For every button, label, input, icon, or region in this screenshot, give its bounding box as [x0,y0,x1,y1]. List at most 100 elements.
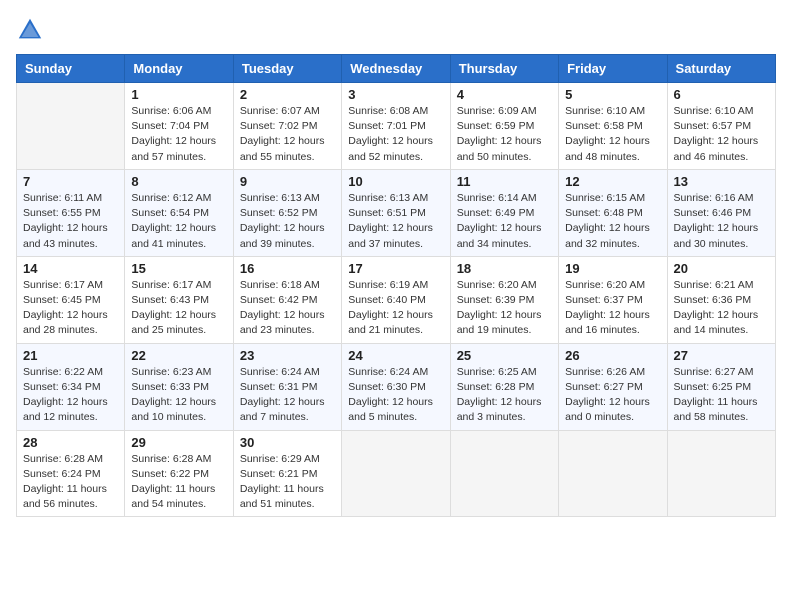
cell-info: Sunrise: 6:25 AM Sunset: 6:28 PM Dayligh… [457,365,552,426]
calendar-cell: 28Sunrise: 6:28 AM Sunset: 6:24 PM Dayli… [17,430,125,517]
cell-info: Sunrise: 6:24 AM Sunset: 6:31 PM Dayligh… [240,365,335,426]
calendar-cell: 11 Sunrise: 6:14 AM Sunset: 6:49 PM Dayli… [450,169,558,256]
cell-info: Sunrise: 6:17 AM Sunset: 6:43 PM Dayligh… [131,278,226,339]
cell-info: Sunrise: 6:10 AM Sunset: 6:58 PM Dayligh… [565,104,660,165]
calendar-cell: 13 Sunrise: 6:16 AM Sunset: 6:46 PM Dayli… [667,169,775,256]
calendar-cell [450,430,558,517]
calendar-header-row: SundayMondayTuesdayWednesdayThursdayFrid… [17,55,776,83]
calendar-cell: 3 Sunrise: 6:08 AM Sunset: 7:01 PM Daylig… [342,83,450,170]
calendar-week-row: 14 Sunrise: 6:17 AM Sunset: 6:45 PM Dayli… [17,256,776,343]
cell-info: Sunrise: 6:14 AM Sunset: 6:49 PM Dayligh… [457,191,552,252]
cell-info: Sunrise: 6:07 AM Sunset: 7:02 PM Dayligh… [240,104,335,165]
logo-icon [16,16,44,44]
cell-info: Sunrise: 6:18 AM Sunset: 6:42 PM Dayligh… [240,278,335,339]
cell-info: Sunrise: 6:08 AM Sunset: 7:01 PM Dayligh… [348,104,443,165]
cell-info: Sunrise: 6:11 AM Sunset: 6:55 PM Dayligh… [23,191,118,252]
cell-info: Sunrise: 6:29 AM Sunset: 6:21 PM Dayligh… [240,452,335,513]
calendar-cell: 2 Sunrise: 6:07 AM Sunset: 7:02 PM Daylig… [233,83,341,170]
cell-info: Sunrise: 6:24 AM Sunset: 6:30 PM Dayligh… [348,365,443,426]
day-number: 6 [674,87,769,102]
cell-info: Sunrise: 6:19 AM Sunset: 6:40 PM Dayligh… [348,278,443,339]
day-number: 23 [240,348,335,363]
day-number: 4 [457,87,552,102]
calendar-cell [667,430,775,517]
cell-info: Sunrise: 6:15 AM Sunset: 6:48 PM Dayligh… [565,191,660,252]
day-number: 18 [457,261,552,276]
cell-info: Sunrise: 6:17 AM Sunset: 6:45 PM Dayligh… [23,278,118,339]
day-of-week-header: Wednesday [342,55,450,83]
day-number: 3 [348,87,443,102]
calendar-cell: 9 Sunrise: 6:13 AM Sunset: 6:52 PM Daylig… [233,169,341,256]
calendar-cell: 30 Sunrise: 6:29 AM Sunset: 6:21 PM Dayli… [233,430,341,517]
cell-info: Sunrise: 6:16 AM Sunset: 6:46 PM Dayligh… [674,191,769,252]
calendar-cell [342,430,450,517]
day-number: 1 [131,87,226,102]
day-of-week-header: Thursday [450,55,558,83]
calendar-cell: 21Sunrise: 6:22 AM Sunset: 6:34 PM Dayli… [17,343,125,430]
day-number: 11 [457,174,552,189]
calendar-cell: 16 Sunrise: 6:18 AM Sunset: 6:42 PM Dayli… [233,256,341,343]
cell-info: Sunrise: 6:12 AM Sunset: 6:54 PM Dayligh… [131,191,226,252]
calendar-cell: 25 Sunrise: 6:25 AM Sunset: 6:28 PM Dayli… [450,343,558,430]
logo [16,16,48,44]
calendar-week-row: 1 Sunrise: 6:06 AM Sunset: 7:04 PM Daylig… [17,83,776,170]
day-of-week-header: Saturday [667,55,775,83]
day-number: 27 [674,348,769,363]
calendar-cell [559,430,667,517]
calendar-cell [17,83,125,170]
day-number: 2 [240,87,335,102]
day-number: 25 [457,348,552,363]
calendar-cell: 18 Sunrise: 6:20 AM Sunset: 6:39 PM Dayli… [450,256,558,343]
cell-info: Sunrise: 6:28 AM Sunset: 6:22 PM Dayligh… [131,452,226,513]
day-number: 19 [565,261,660,276]
calendar-cell: 26 Sunrise: 6:26 AM Sunset: 6:27 PM Dayli… [559,343,667,430]
calendar-cell: 5Sunrise: 6:10 AM Sunset: 6:58 PM Daylig… [559,83,667,170]
day-number: 7 [23,174,118,189]
calendar-cell: 10Sunrise: 6:13 AM Sunset: 6:51 PM Dayli… [342,169,450,256]
calendar-cell: 17 Sunrise: 6:19 AM Sunset: 6:40 PM Dayli… [342,256,450,343]
page-header [16,16,776,44]
cell-info: Sunrise: 6:06 AM Sunset: 7:04 PM Dayligh… [131,104,226,165]
calendar-cell: 12 Sunrise: 6:15 AM Sunset: 6:48 PM Dayli… [559,169,667,256]
day-number: 29 [131,435,226,450]
calendar-cell: 27 Sunrise: 6:27 AM Sunset: 6:25 PM Dayli… [667,343,775,430]
day-number: 9 [240,174,335,189]
calendar-cell: 6 Sunrise: 6:10 AM Sunset: 6:57 PM Daylig… [667,83,775,170]
calendar-week-row: 28Sunrise: 6:28 AM Sunset: 6:24 PM Dayli… [17,430,776,517]
calendar-cell: 8 Sunrise: 6:12 AM Sunset: 6:54 PM Daylig… [125,169,233,256]
cell-info: Sunrise: 6:10 AM Sunset: 6:57 PM Dayligh… [674,104,769,165]
cell-info: Sunrise: 6:20 AM Sunset: 6:37 PM Dayligh… [565,278,660,339]
day-number: 22 [131,348,226,363]
day-number: 15 [131,261,226,276]
day-of-week-header: Sunday [17,55,125,83]
day-number: 8 [131,174,226,189]
calendar-week-row: 7 Sunrise: 6:11 AM Sunset: 6:55 PM Daylig… [17,169,776,256]
cell-info: Sunrise: 6:27 AM Sunset: 6:25 PM Dayligh… [674,365,769,426]
cell-info: Sunrise: 6:26 AM Sunset: 6:27 PM Dayligh… [565,365,660,426]
day-number: 13 [674,174,769,189]
day-number: 17 [348,261,443,276]
calendar-cell: 20Sunrise: 6:21 AM Sunset: 6:36 PM Dayli… [667,256,775,343]
day-number: 24 [348,348,443,363]
calendar-week-row: 21Sunrise: 6:22 AM Sunset: 6:34 PM Dayli… [17,343,776,430]
cell-info: Sunrise: 6:21 AM Sunset: 6:36 PM Dayligh… [674,278,769,339]
day-number: 14 [23,261,118,276]
calendar-cell: 23 Sunrise: 6:24 AM Sunset: 6:31 PM Dayli… [233,343,341,430]
calendar-cell: 1 Sunrise: 6:06 AM Sunset: 7:04 PM Daylig… [125,83,233,170]
day-number: 30 [240,435,335,450]
calendar-cell: 7 Sunrise: 6:11 AM Sunset: 6:55 PM Daylig… [17,169,125,256]
calendar-cell: 29 Sunrise: 6:28 AM Sunset: 6:22 PM Dayli… [125,430,233,517]
day-number: 26 [565,348,660,363]
day-of-week-header: Monday [125,55,233,83]
cell-info: Sunrise: 6:22 AM Sunset: 6:34 PM Dayligh… [23,365,118,426]
cell-info: Sunrise: 6:13 AM Sunset: 6:52 PM Dayligh… [240,191,335,252]
day-number: 12 [565,174,660,189]
cell-info: Sunrise: 6:13 AM Sunset: 6:51 PM Dayligh… [348,191,443,252]
calendar-cell: 22Sunrise: 6:23 AM Sunset: 6:33 PM Dayli… [125,343,233,430]
day-number: 16 [240,261,335,276]
day-of-week-header: Tuesday [233,55,341,83]
calendar-cell: 15 Sunrise: 6:17 AM Sunset: 6:43 PM Dayli… [125,256,233,343]
cell-info: Sunrise: 6:20 AM Sunset: 6:39 PM Dayligh… [457,278,552,339]
day-of-week-header: Friday [559,55,667,83]
cell-info: Sunrise: 6:28 AM Sunset: 6:24 PM Dayligh… [23,452,118,513]
